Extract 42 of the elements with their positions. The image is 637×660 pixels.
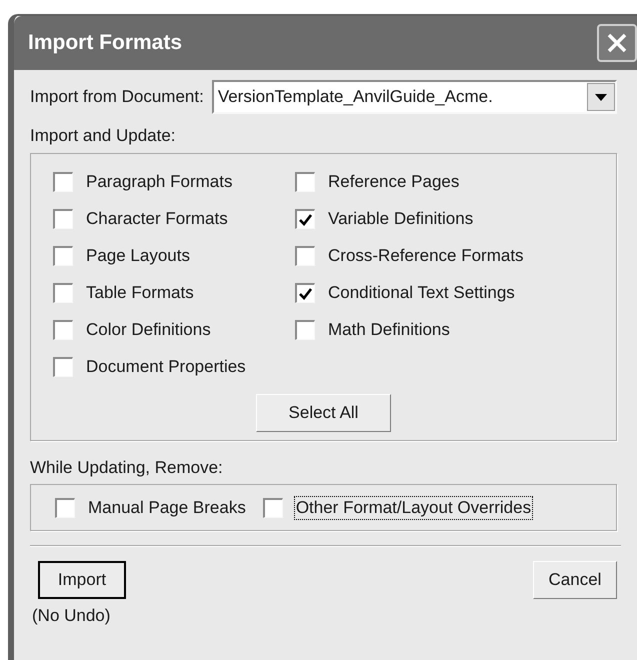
checkbox-label: Variable Definitions	[327, 208, 474, 230]
close-icon	[606, 32, 628, 54]
checkbox[interactable]	[53, 209, 73, 229]
section-label: While Updating, Remove:	[30, 456, 223, 478]
checkbox[interactable]	[55, 498, 75, 518]
dropdown-button[interactable]	[587, 83, 615, 111]
checkbox-label: Table Formats	[85, 282, 195, 304]
checkbox-label: Math Definitions	[327, 319, 451, 341]
checkbox-label: Manual Page Breaks	[87, 496, 247, 518]
checkbox[interactable]	[295, 172, 315, 192]
checkmark-icon	[299, 214, 312, 226]
checkbox-label: Paragraph Formats	[85, 171, 234, 193]
checkbox-label: Document Properties	[85, 356, 247, 378]
caret-icon	[595, 94, 607, 100]
checkbox[interactable]	[53, 283, 73, 303]
checkbox[interactable]	[295, 209, 315, 229]
note-text: (No Undo)	[31, 605, 110, 627]
import-button[interactable]: Import	[38, 561, 126, 599]
checkbox[interactable]	[295, 246, 315, 266]
checkbox-label: Cross-Reference Formats	[327, 245, 525, 267]
checkbox[interactable]	[53, 357, 73, 377]
checkbox-label: Conditional Text Settings	[327, 282, 516, 304]
checkbox-label: Character Formats	[85, 208, 229, 230]
window-title: Import Formats	[28, 30, 182, 56]
document-dropdown[interactable]: VersionTemplate_AnvilGuide_Acme.	[212, 80, 617, 114]
close-button[interactable]	[597, 24, 637, 62]
section-label: Import and Update:	[30, 125, 176, 147]
checkbox[interactable]	[295, 283, 315, 303]
checkbox-label: Reference Pages	[327, 171, 460, 193]
checkbox-label: Color Definitions	[85, 319, 212, 341]
cancel-button[interactable]: Cancel	[533, 561, 617, 599]
checkbox-label: Other Format/Layout Overrides	[294, 496, 532, 518]
checkbox[interactable]	[53, 246, 73, 266]
field-label: Import from Document:	[30, 86, 204, 108]
checkbox[interactable]	[262, 498, 283, 518]
checkmark-icon	[299, 288, 312, 300]
select-all-button[interactable]: Select All	[256, 394, 391, 432]
checkbox[interactable]	[53, 320, 73, 340]
checkbox-label: Page Layouts	[85, 245, 191, 267]
dropdown-value: VersionTemplate_AnvilGuide_Acme.	[218, 86, 493, 108]
checkbox[interactable]	[53, 172, 73, 192]
checkbox[interactable]	[295, 320, 315, 340]
